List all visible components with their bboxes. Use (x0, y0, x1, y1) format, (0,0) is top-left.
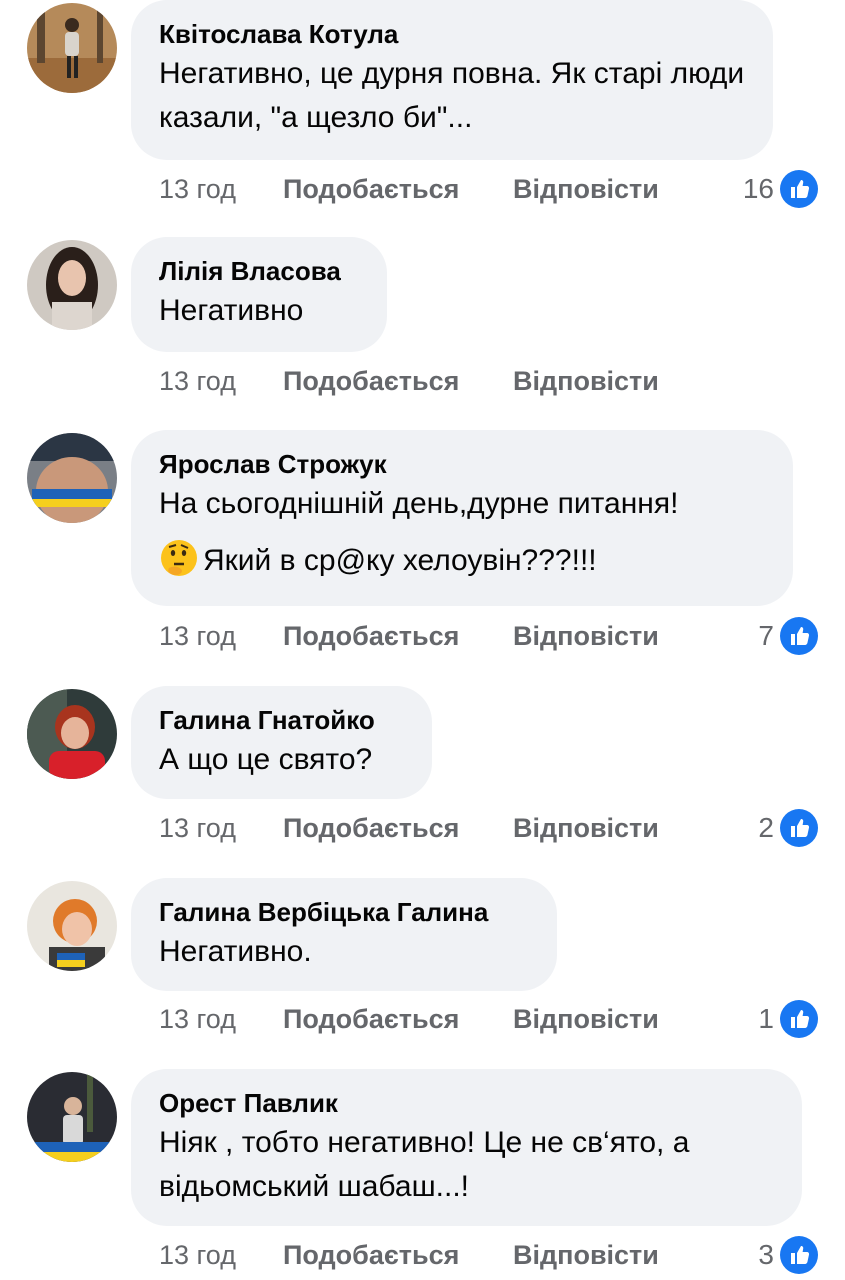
reply-button[interactable]: Відповісти (513, 999, 659, 1039)
timestamp[interactable]: 13 год (159, 999, 283, 1039)
comment-text-line: А що це свято? (159, 743, 373, 776)
reply-button[interactable]: Відповісти (513, 616, 659, 656)
comment-actions: 13 год Подобається Відповісти (159, 808, 659, 848)
comment-bubble: Лілія Власова Негативно (131, 237, 387, 352)
like-icon (780, 170, 818, 208)
like-button[interactable]: Подобається (283, 361, 513, 401)
reaction-count[interactable]: 3 (758, 1235, 818, 1275)
reply-button[interactable]: Відповісти (513, 808, 659, 848)
comment-bubble: Галина Вербіцька Галина Негативно. (131, 878, 557, 991)
like-button[interactable]: Подобається (283, 999, 513, 1039)
reply-button[interactable]: Відповісти (513, 169, 659, 209)
author-name[interactable]: Орест Павлик (159, 1087, 774, 1119)
timestamp[interactable]: 13 год (159, 1235, 283, 1275)
comment-text-line: Який в ср@ку хелоувін???!!! (159, 538, 765, 583)
timestamp[interactable]: 13 год (159, 808, 283, 848)
reply-button[interactable]: Відповісти (513, 361, 659, 401)
like-icon (780, 809, 818, 847)
comment-actions: 13 год Подобається Відповісти (159, 361, 659, 401)
avatar[interactable] (27, 3, 117, 93)
reaction-count[interactable]: 7 (758, 616, 818, 656)
reaction-number: 3 (758, 1239, 774, 1270)
comment-text: На сьогоднішній день,дурне питання! Який… (159, 482, 765, 583)
timestamp[interactable]: 13 год (159, 361, 283, 401)
avatar-photo (27, 433, 117, 523)
comment-text: Ніяк , тобто негативно! Це не св‘ято, а … (159, 1121, 774, 1209)
avatar-photo (27, 1072, 117, 1162)
avatar[interactable] (27, 1072, 117, 1162)
thinking-face-icon (161, 540, 197, 576)
avatar[interactable] (27, 881, 117, 971)
avatar[interactable] (27, 689, 117, 779)
comment-bubble: Квітослава Котула Негативно, це дурня по… (131, 0, 773, 160)
reaction-number: 7 (758, 620, 774, 651)
like-icon (780, 1236, 818, 1274)
author-name[interactable]: Ярослав Строжук (159, 448, 765, 480)
reaction-count[interactable]: 16 (743, 169, 818, 209)
like-icon (780, 617, 818, 655)
like-icon (780, 1000, 818, 1038)
comment-actions: 13 год Подобається Відповісти (159, 1235, 659, 1275)
comment-text: А що це свято? (159, 738, 404, 782)
author-name[interactable]: Галина Гнатойко (159, 704, 404, 736)
author-name[interactable]: Лілія Власова (159, 255, 359, 287)
author-name[interactable]: Квітослава Котула (159, 18, 745, 50)
comment-bubble: Орест Павлик Ніяк , тобто негативно! Це … (131, 1069, 802, 1226)
reply-button[interactable]: Відповісти (513, 1235, 659, 1275)
like-button[interactable]: Подобається (283, 1235, 513, 1275)
comment-actions: 13 год Подобається Відповісти (159, 169, 659, 209)
reaction-number: 2 (758, 812, 774, 843)
avatar[interactable] (27, 433, 117, 523)
like-button[interactable]: Подобається (283, 808, 513, 848)
like-button[interactable]: Подобається (283, 169, 513, 209)
comment-text-second: Який в ср@ку хелоувін???!!! (203, 544, 597, 577)
comment-text-line: На сьогоднішній день,дурне питання! (159, 487, 679, 520)
reaction-count[interactable]: 1 (758, 999, 818, 1039)
comment-text-line: Ніяк , тобто негативно! Це не св‘ято, а … (159, 1126, 690, 1203)
comment-text: Негативно. (159, 930, 529, 974)
timestamp[interactable]: 13 год (159, 169, 283, 209)
avatar-photo (27, 3, 117, 93)
avatar-photo (27, 689, 117, 779)
avatar-photo (27, 881, 117, 971)
timestamp[interactable]: 13 год (159, 616, 283, 656)
author-name[interactable]: Галина Вербіцька Галина (159, 896, 529, 928)
comment-actions: 13 год Подобається Відповісти (159, 616, 659, 656)
avatar-photo (27, 240, 117, 330)
comment-text: Негативно, це дурня повна. Як старі люди… (159, 52, 745, 140)
reaction-count[interactable]: 2 (758, 808, 818, 848)
reaction-number: 1 (758, 1003, 774, 1034)
comment-bubble: Галина Гнатойко А що це свято? (131, 686, 432, 799)
comment-text-line: Негативно (159, 294, 304, 327)
comment-actions: 13 год Подобається Відповісти (159, 999, 659, 1039)
reaction-number: 16 (742, 173, 774, 204)
like-button[interactable]: Подобається (283, 616, 513, 656)
comment-text-line: Негативно. (159, 935, 312, 968)
comment-text-line: Негативно, це дурня повна. Як старі люди… (159, 57, 745, 134)
comment-text: Негативно (159, 289, 359, 333)
comment-bubble: Ярослав Строжук На сьогоднішній день,дур… (131, 430, 793, 606)
avatar[interactable] (27, 240, 117, 330)
